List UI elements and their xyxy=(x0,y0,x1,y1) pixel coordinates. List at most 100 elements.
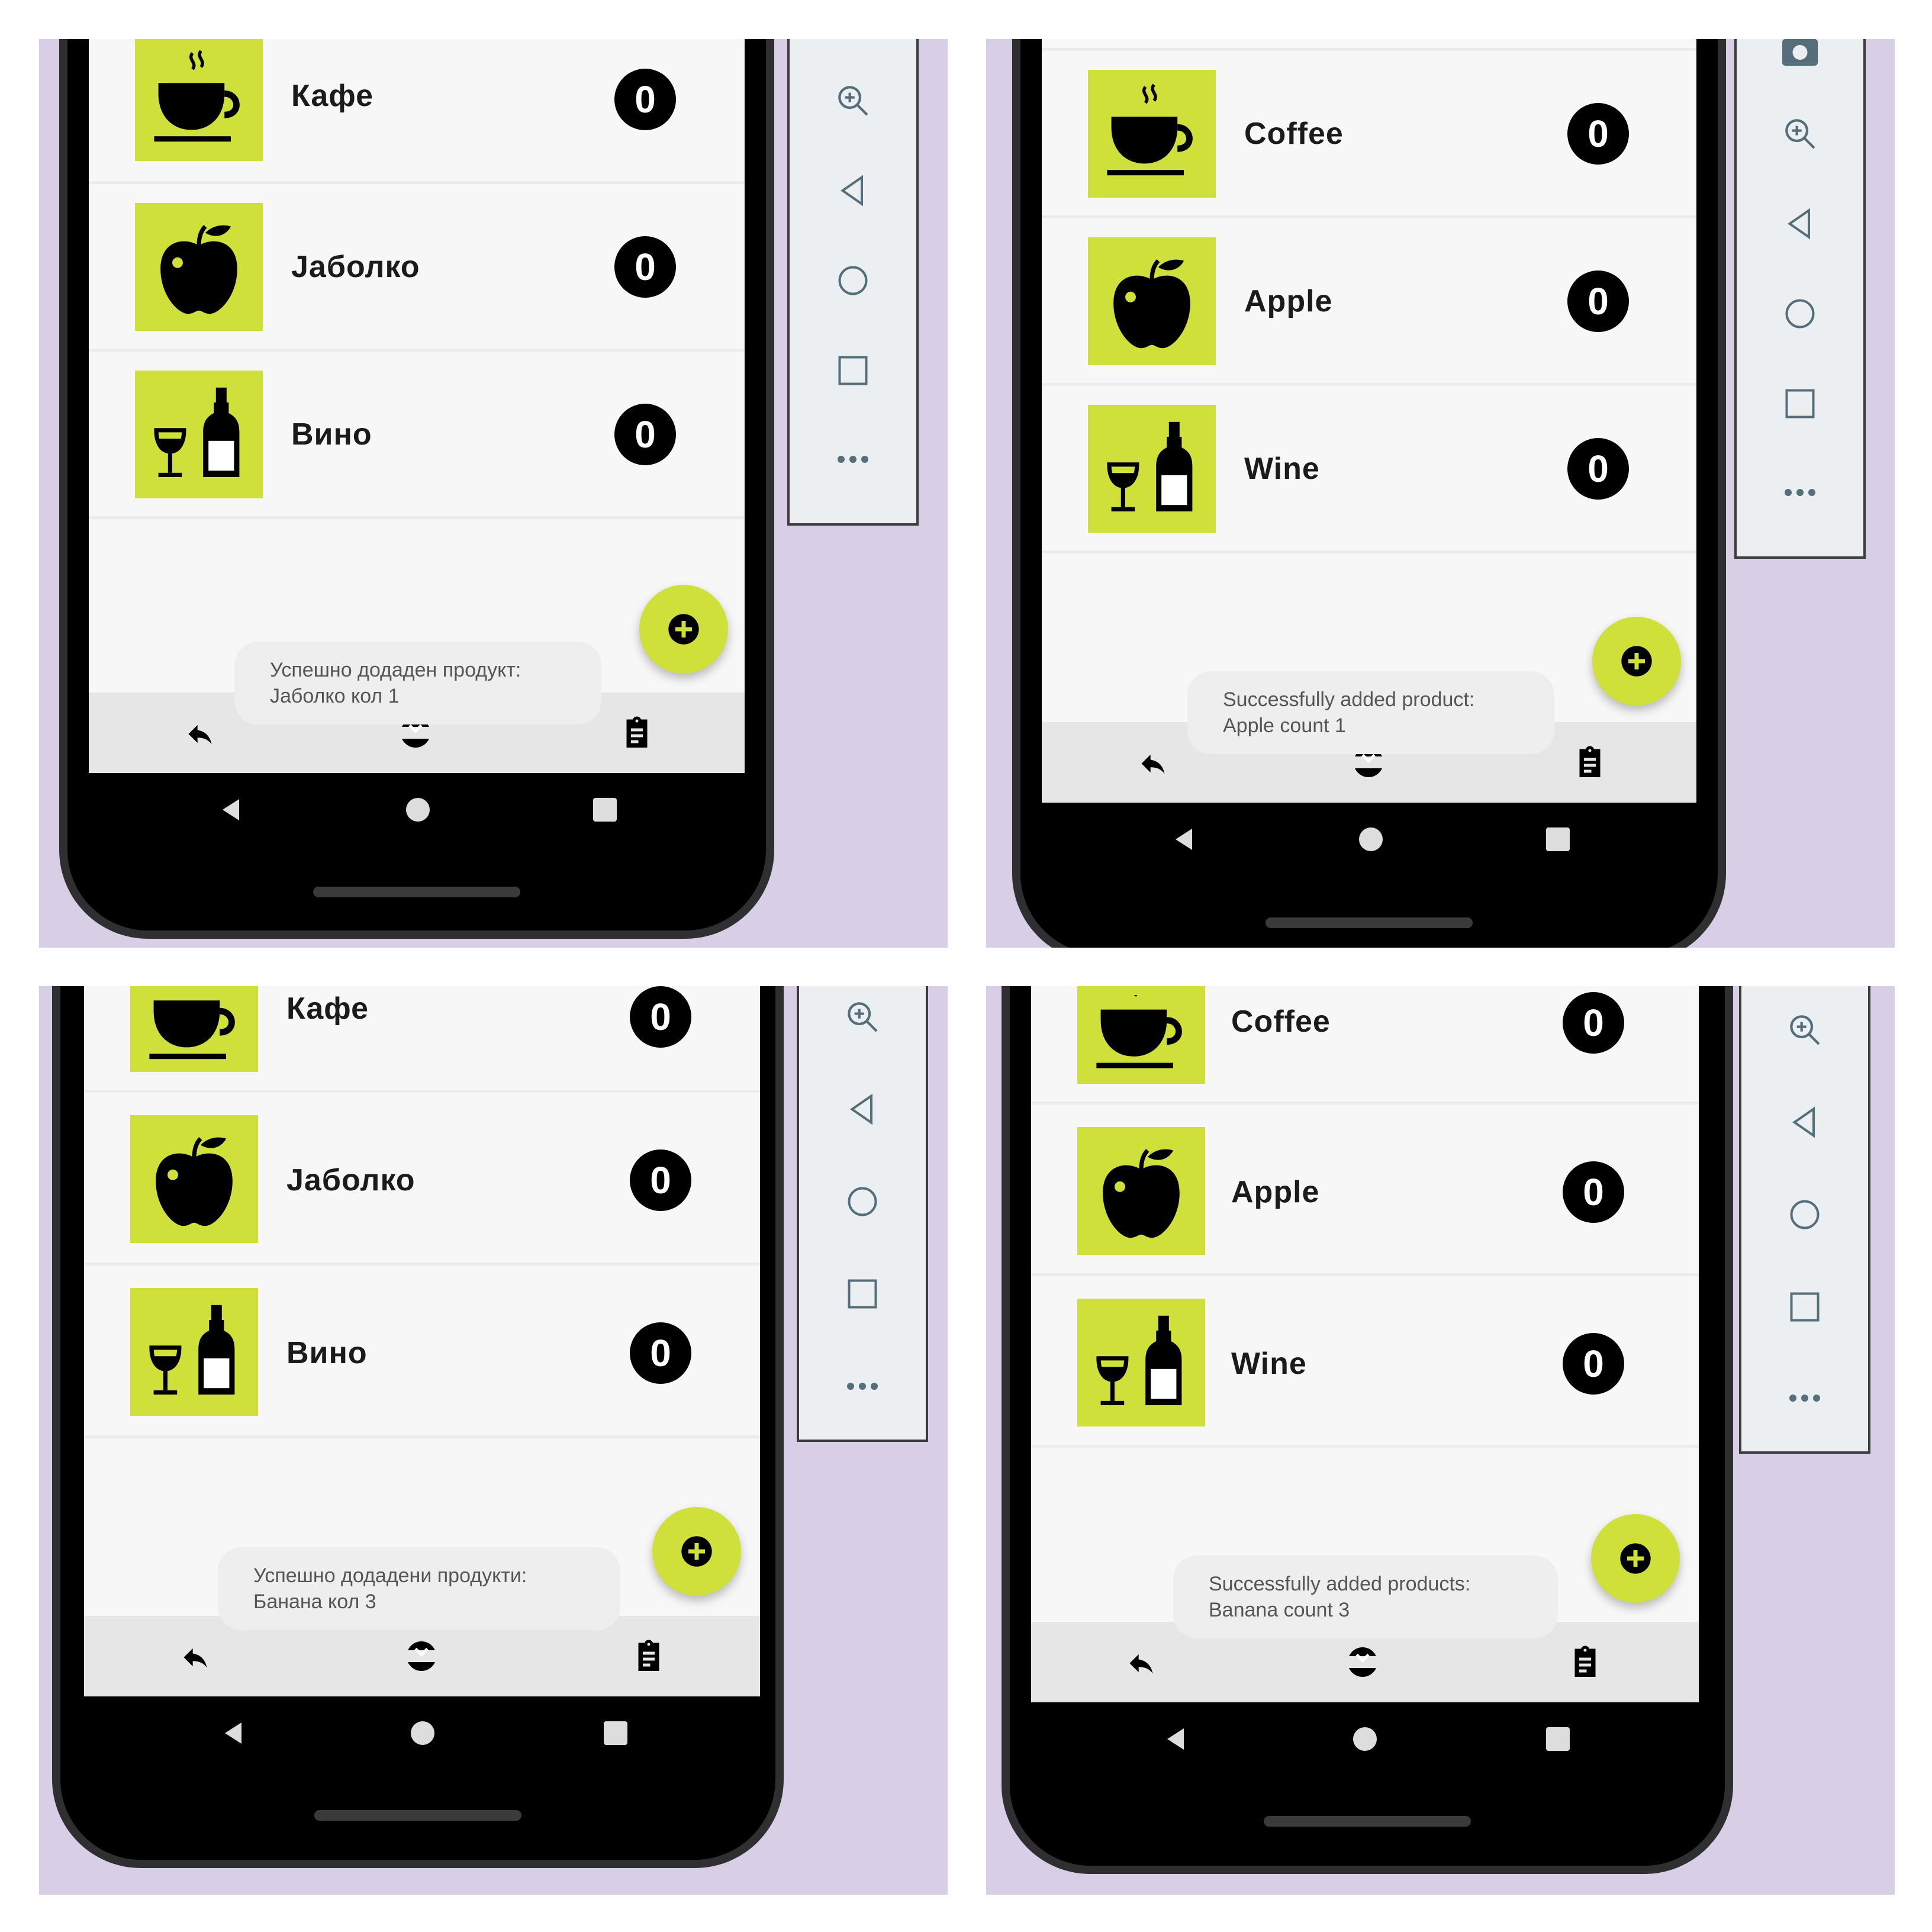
nav-home-icon[interactable] xyxy=(404,796,432,824)
list-item[interactable]: Вино 0 xyxy=(89,352,745,519)
nav-overview-icon[interactable] xyxy=(591,796,619,824)
back-button[interactable] xyxy=(1737,194,1863,253)
add-product-button[interactable] xyxy=(1592,617,1681,706)
reply-icon[interactable] xyxy=(185,719,215,749)
toast-message: Успешно додадени продукти: Банана кол 3 xyxy=(218,1547,620,1630)
wine-icon xyxy=(1096,1315,1182,1405)
count-badge: 0 xyxy=(1563,992,1624,1054)
home-button[interactable] xyxy=(790,251,916,310)
product-name: Кафе xyxy=(291,79,374,113)
list-item[interactable]: Jаболко 0 xyxy=(84,1093,760,1266)
more-button[interactable] xyxy=(799,1357,926,1416)
home-button[interactable] xyxy=(799,1172,926,1231)
add-product-button[interactable] xyxy=(639,585,728,674)
nav-overview-icon[interactable] xyxy=(601,1719,630,1747)
plus-circle-icon xyxy=(681,1536,712,1567)
coffee-cup-icon xyxy=(1107,83,1193,176)
toast-line: Jаболко кол 1 xyxy=(270,685,400,707)
list-item[interactable]: Wine 0 xyxy=(1031,1276,1699,1448)
nav-overview-icon[interactable] xyxy=(1544,825,1572,854)
add-product-button[interactable] xyxy=(1591,1514,1680,1603)
reply-icon[interactable] xyxy=(1126,1648,1157,1679)
android-nav-bar xyxy=(89,773,745,846)
product-name: Jаболко xyxy=(291,250,420,284)
list-item[interactable]: Jаболко 0 xyxy=(89,184,745,352)
app-screen: Coffee 0 Apple 0 Wine 0 Successfully add… xyxy=(1031,986,1699,1702)
product-image xyxy=(130,1115,258,1243)
count-badge: 0 xyxy=(614,69,676,130)
product-name: Wine xyxy=(1244,452,1320,486)
emulator-toolbar xyxy=(1739,986,1870,1454)
product-name: Apple xyxy=(1244,284,1333,318)
list-item[interactable]: Coffee 0 xyxy=(1031,986,1699,1105)
clipboard-icon[interactable] xyxy=(631,1638,666,1674)
count-badge: 0 xyxy=(1567,103,1629,165)
nav-back-icon[interactable] xyxy=(1163,1725,1191,1753)
add-product-button[interactable] xyxy=(652,1507,741,1596)
coffee-cup-icon xyxy=(154,50,240,142)
toast-message: Успешно додаден продукт: Jаболко кол 1 xyxy=(234,642,601,724)
back-icon xyxy=(840,175,863,207)
toast-line: Banana count 3 xyxy=(1209,1599,1350,1621)
count-badge: 0 xyxy=(614,236,676,298)
chevron-down-icon[interactable] xyxy=(1345,1644,1380,1680)
emulator-toolbar xyxy=(797,986,928,1442)
nav-home-icon[interactable] xyxy=(408,1719,437,1747)
list-item[interactable]: Apple 0 xyxy=(1031,1105,1699,1276)
back-button[interactable] xyxy=(790,161,916,220)
nav-overview-icon[interactable] xyxy=(1544,1725,1572,1753)
list-item[interactable]: Wine 0 xyxy=(1042,386,1696,553)
product-name: Вино xyxy=(291,417,372,452)
clipboard-icon[interactable] xyxy=(1572,745,1608,780)
chevron-down-icon[interactable] xyxy=(404,1638,439,1674)
panel-top-left: Кафе 0 Jаболко 0 Вино 0 Успешно додаден … xyxy=(39,39,948,948)
clipboard-icon[interactable] xyxy=(1567,1644,1603,1680)
home-indicator xyxy=(1266,917,1473,928)
more-button[interactable] xyxy=(1737,463,1863,522)
back-button[interactable] xyxy=(799,1080,926,1139)
nav-back-icon[interactable] xyxy=(1171,825,1199,854)
apple-icon xyxy=(1103,1149,1180,1238)
screenshot-button[interactable] xyxy=(1737,39,1863,69)
list-item[interactable]: Кафе 0 xyxy=(89,39,745,184)
more-button[interactable] xyxy=(790,430,916,489)
product-image xyxy=(130,1288,258,1416)
plus-circle-icon xyxy=(668,614,699,645)
panel-bottom-left: Кафе 0 Jаболко 0 Вино 0 Успешно додадени… xyxy=(39,986,948,1895)
overview-button[interactable] xyxy=(1741,1277,1868,1337)
nav-back-icon[interactable] xyxy=(220,1719,249,1747)
overview-button[interactable] xyxy=(1737,374,1863,433)
nav-home-icon[interactable] xyxy=(1351,1725,1379,1753)
home-icon xyxy=(1785,299,1815,329)
zoom-icon xyxy=(1785,119,1815,149)
app-screen: Кафе 0 Jаболко 0 Вино 0 xyxy=(84,986,760,1696)
toast-message: Successfully added products: Banana coun… xyxy=(1173,1556,1558,1638)
zoom-button[interactable] xyxy=(790,71,916,130)
list-item[interactable]: Кафе 0 xyxy=(84,986,760,1093)
zoom-button[interactable] xyxy=(1737,104,1863,163)
camera-icon xyxy=(1782,39,1818,66)
zoom-button[interactable] xyxy=(1741,1000,1868,1060)
app-screen: Coffee 0 Apple 0 Wine 0 Successfully add… xyxy=(1042,39,1696,803)
more-icon xyxy=(1789,1395,1820,1402)
more-button[interactable] xyxy=(1741,1368,1868,1428)
overview-button[interactable] xyxy=(799,1264,926,1324)
product-name: Apple xyxy=(1231,1175,1320,1209)
reply-icon[interactable] xyxy=(180,1642,211,1673)
count-badge: 0 xyxy=(1567,271,1629,332)
nav-back-icon[interactable] xyxy=(218,796,246,824)
zoom-button[interactable] xyxy=(799,987,926,1046)
back-button[interactable] xyxy=(1741,1093,1868,1152)
clipboard-icon[interactable] xyxy=(619,715,655,751)
back-icon xyxy=(849,1093,872,1125)
nav-home-icon[interactable] xyxy=(1357,825,1385,854)
reply-icon[interactable] xyxy=(1138,748,1168,779)
list-item[interactable]: Apple 0 xyxy=(1042,218,1696,386)
count-badge: 0 xyxy=(1563,1333,1624,1395)
overview-button[interactable] xyxy=(790,341,916,400)
list-item[interactable]: Вино 0 xyxy=(84,1266,760,1438)
list-item[interactable]: Coffee 0 xyxy=(1042,51,1696,218)
home-button[interactable] xyxy=(1741,1185,1868,1244)
home-button[interactable] xyxy=(1737,284,1863,343)
emulator-toolbar xyxy=(787,39,919,526)
